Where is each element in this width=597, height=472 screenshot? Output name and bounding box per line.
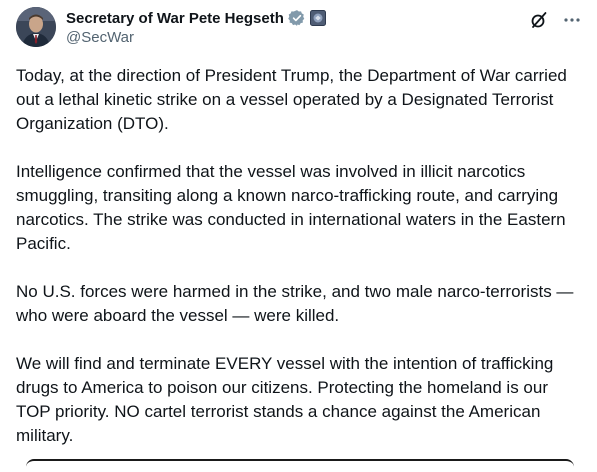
author-handle[interactable]: @SecWar (66, 29, 134, 46)
grok-icon[interactable] (529, 10, 549, 30)
post-actions (529, 10, 581, 30)
avatar[interactable] (16, 7, 56, 47)
post-paragraph: Intelligence confirmed that the vessel w… (16, 162, 566, 253)
post-paragraph: We will find and terminate EVERY vessel … (16, 354, 554, 445)
post-text: Today, at the direction of President Tru… (16, 64, 584, 472)
more-options-icon[interactable] (563, 11, 581, 29)
verified-badge-icon[interactable] (288, 9, 306, 27)
author-display-name[interactable]: Secretary of War Pete Hegseth (66, 10, 284, 27)
government-badge-icon[interactable] (309, 10, 326, 26)
post: Secretary of War Pete Hegseth @SecWar To… (0, 0, 597, 462)
media-preview-edge[interactable] (26, 459, 574, 467)
post-paragraph: No U.S. forces were harmed in the strike… (16, 282, 574, 325)
author-name-row: Secretary of War Pete Hegseth (66, 8, 326, 28)
post-paragraph: Today, at the direction of President Tru… (16, 66, 567, 133)
